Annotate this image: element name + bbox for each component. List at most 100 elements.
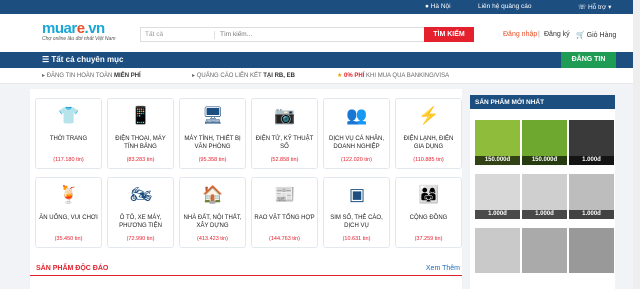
product-thumbnail[interactable] [475, 228, 520, 273]
category-name: Ô TÔ, XE MÁY, PHƯƠNG TIỆN [119, 215, 162, 229]
category-card[interactable]: 🖥 MÁY TÍNH, THIẾT BỊ VĂN PHÒNG (95.358 tin… [179, 98, 246, 169]
cart-label: Giỏ Hàng [586, 32, 617, 39]
featured-header: SẢN PHẨM ĐỘC ĐÁO Xem Thêm [30, 262, 462, 276]
notice-ads-text: QUẢNG CÁO LIÊN KẾT [196, 73, 264, 79]
product-thumbnail[interactable] [569, 228, 614, 273]
featured-title: SẢN PHẨM ĐỘC ĐÁO [36, 265, 109, 272]
category-count: (117.180 tin) [53, 157, 84, 163]
product-thumbnail[interactable]: 1.000đ [475, 174, 520, 219]
logo[interactable]: muare.vn Chợ online lâu đời nhất Việt Na… [42, 20, 116, 42]
category-card[interactable]: ▣ SIM SỐ, THẺ CÀO, DỊCH VỤ (10.631 tin) [323, 177, 390, 248]
category-name: ĂN UỐNG, VUI CHƠI [39, 215, 98, 221]
all-categories-menu[interactable]: ☰ Tất cả chuyên mục [42, 55, 123, 64]
header: muare.vn Chợ online lâu đời nhất Việt Na… [0, 14, 640, 52]
category-card[interactable]: 🏠 NHÀ ĐẤT, NỘI THẤT, XÂY DỰNG (413.423 tin… [179, 177, 246, 248]
category-card[interactable]: ⚡ ĐIỆN LẠNH, ĐIỆN GIA DỤNG (110.885 tin) [395, 98, 462, 169]
location-label: Hà Nội [430, 3, 451, 10]
category-count: (122.020 tin) [341, 157, 372, 163]
product-thumbnail[interactable]: 1.000đ [569, 120, 614, 165]
notice-banking-text: KHI MUA QUA BANKING/VISA [364, 73, 450, 79]
product-price: 1.000đ [522, 210, 567, 219]
notice-free: ▸ ĐĂNG TIN HOÀN TOÀN MIỄN PHÍ [42, 72, 141, 79]
category-name: ĐIỆN TỬ, KỸ THUẬT SỐ [255, 136, 314, 150]
category-name: MÁY TÍNH, THIẾT BỊ VĂN PHÒNG [184, 136, 241, 150]
notice-banking: ★ 0% PHÍ KHI MUA QUA BANKING/VISA [337, 72, 449, 79]
newspaper-icon: 📰 [274, 185, 296, 204]
category-count: (10.631 tin) [342, 236, 371, 242]
camera-icon: 📷 [274, 106, 296, 125]
category-card[interactable]: 👨‍👩‍👧 CỘNG ĐỒNG (37.259 tin) [395, 177, 462, 248]
top-bar: ● Hà Nội Liên hệ quảng cáo ☏ Hỗ trợ ▾ [0, 0, 640, 14]
category-card[interactable]: 👥 DỊCH VỤ CÁ NHÂN, DOANH NGHIỆP (122.020 t… [323, 98, 390, 169]
notice-bar: ▸ ĐĂNG TIN HOÀN TOÀN MIỄN PHÍ ▸ QUẢNG CÁ… [0, 68, 640, 84]
register-link[interactable]: Đăng ký [544, 31, 570, 38]
product-price: 1.000đ [475, 210, 520, 219]
star-icon: ★ [337, 73, 345, 79]
product-price: 1.000đ [569, 210, 614, 219]
category-count: (144.763 tin) [269, 236, 300, 242]
cart-icon: 🛒 [576, 32, 585, 39]
category-card[interactable]: 🍹 ĂN UỐNG, VUI CHƠI (35.450 tin) [35, 177, 102, 248]
notice-ads: ▸ QUẢNG CÁO LIÊN KẾT TẠI RB, EB [192, 72, 295, 79]
logo-text-post: .vn [84, 20, 106, 37]
cart-link[interactable]: 🛒 Giỏ Hàng [576, 31, 616, 39]
location-link[interactable]: ● Hà Nội [425, 3, 451, 10]
category-name: ĐIỆN LẠNH, ĐIỆN GIA DỤNG [403, 136, 454, 150]
post-ad-button[interactable]: ĐĂNG TIN [561, 52, 616, 68]
category-count: (413.423 tin) [197, 236, 228, 242]
category-card[interactable]: 🏍 Ô TÔ, XE MÁY, PHƯƠNG TIỆN (72.990 tin) [107, 177, 174, 248]
house-icon: 🏠 [202, 185, 224, 204]
product-price: 1.000đ [569, 156, 614, 165]
login-link[interactable]: Đăng nhập [503, 31, 537, 38]
category-count: (110.885 tin) [413, 157, 444, 163]
product-thumbnail[interactable]: 150.000đ [475, 120, 520, 165]
category-count: (83.283 tin) [126, 157, 155, 163]
computer-icon: 🖥 [202, 106, 224, 125]
help-link[interactable]: ☏ Hỗ trợ ▾ [578, 3, 611, 11]
ads-contact-link[interactable]: Liên hệ quảng cáo [478, 3, 532, 10]
logo-text-mid: e [76, 20, 85, 37]
hamburger-icon: ☰ [42, 55, 50, 64]
notice-ads-bold: TẠI RB, EB [263, 73, 295, 79]
category-name: ĐIỆN THOẠI, MÁY TÍNH BẢNG [115, 136, 166, 150]
kettle-icon: ⚡ [418, 106, 440, 125]
category-name: RAO VẶT TỔNG HỢP [254, 215, 315, 221]
product-thumbnail[interactable]: 1.000đ [522, 174, 567, 219]
scrollbar[interactable] [633, 0, 640, 289]
category-count: (35.450 tin) [54, 236, 83, 242]
category-card[interactable]: 👕 THỜI TRANG (117.180 tin) [35, 98, 102, 169]
notice-free-bold: MIỄN PHÍ [114, 73, 141, 79]
category-card[interactable]: 📱 ĐIỆN THOẠI, MÁY TÍNH BẢNG (83.283 tin) [107, 98, 174, 169]
search-input[interactable] [220, 28, 405, 41]
category-name: CỘNG ĐỒNG [409, 215, 448, 221]
product-thumbnail[interactable]: 1.000đ [569, 174, 614, 219]
product-price: 150.000đ [522, 156, 567, 165]
newest-products-title: SẢN PHẨM MỚI NHẤT [470, 95, 615, 109]
phone-icon: 📱 [130, 106, 152, 125]
motorbike-icon: 🏍 [130, 185, 152, 204]
view-more-link[interactable]: Xem Thêm [426, 265, 460, 272]
search-category-select[interactable]: Tất cả [145, 31, 215, 39]
logo-slogan: Chợ online lâu đời nhất Việt Nam [42, 36, 116, 42]
notice-banking-red: 0% PHÍ [344, 73, 365, 79]
category-name: SIM SỐ, THẺ CÀO, DỊCH VỤ [330, 215, 383, 229]
category-name: DỊCH VỤ CÁ NHÂN, DOANH NGHIỆP [328, 136, 384, 150]
category-count: (37.259 tin) [414, 236, 443, 242]
category-name: NHÀ ĐẤT, NỘI THẤT, XÂY DỰNG [183, 215, 242, 229]
community-icon: 👨‍👩‍👧 [418, 185, 440, 204]
drink-icon: 🍹 [58, 185, 80, 204]
all-categories-label: Tất cả chuyên mục [51, 55, 124, 64]
notice-free-text: ĐĂNG TIN HOÀN TOÀN [46, 73, 115, 79]
sim-icon: ▣ [348, 185, 366, 204]
phone-icon: ☏ [578, 4, 588, 11]
shirt-icon: 👕 [58, 106, 80, 125]
search-button[interactable]: TÌM KIẾM [424, 27, 474, 42]
product-thumbnail[interactable]: 150.000đ [522, 120, 567, 165]
category-card[interactable]: 📰 RAO VẶT TỔNG HỢP (144.763 tin) [251, 177, 318, 248]
help-label: Hỗ trợ [587, 4, 607, 11]
product-thumbnail[interactable] [522, 228, 567, 273]
category-name: THỜI TRANG [49, 136, 88, 142]
category-card[interactable]: 📷 ĐIỆN TỬ, KỸ THUẬT SỐ (52.858 tin) [251, 98, 318, 169]
category-count: (52.858 tin) [270, 157, 299, 163]
logo-text-pre: muar [42, 20, 77, 37]
